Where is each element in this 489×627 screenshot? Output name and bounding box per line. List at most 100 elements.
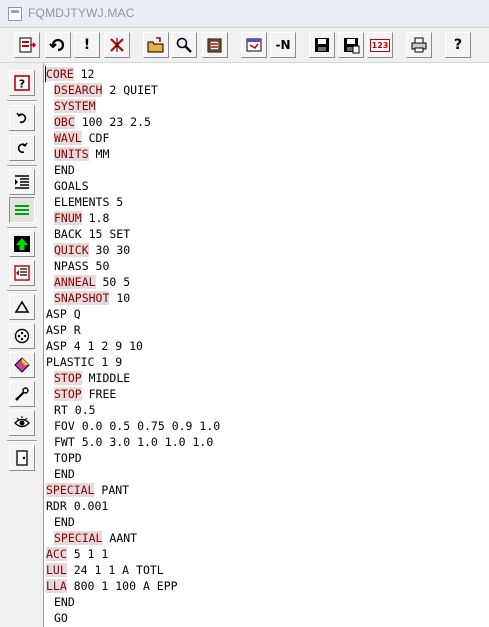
app-icon bbox=[8, 7, 22, 21]
exit-button[interactable] bbox=[14, 32, 40, 58]
keyword: SYSTEM bbox=[54, 99, 96, 113]
code-line[interactable]: SYSTEM bbox=[44, 98, 220, 114]
macro-editor[interactable]: CORE 12 DSEARCH 2 QUIET SYSTEM OBC 100 23 2… bbox=[43, 63, 489, 627]
move-up-button[interactable] bbox=[9, 231, 35, 257]
line-numbers-icon: 123 bbox=[369, 38, 391, 52]
code-line[interactable]: LLA 800 1 100 A EPP bbox=[44, 578, 220, 594]
wrench-icon bbox=[15, 387, 29, 401]
svg-text:?: ? bbox=[19, 78, 25, 91]
code-text: FOV 0.0 0.5 0.75 0.9 1.0 bbox=[54, 419, 221, 433]
code-line[interactable]: END bbox=[44, 466, 220, 482]
keyword: LLA bbox=[46, 579, 67, 593]
code-line[interactable]: STOP MIDDLE bbox=[44, 370, 220, 386]
code-line[interactable]: ACC 5 1 1 bbox=[44, 546, 220, 562]
indent-button[interactable] bbox=[9, 169, 35, 195]
align-button[interactable] bbox=[9, 197, 35, 223]
code-line[interactable]: SPECIAL PANT bbox=[44, 482, 220, 498]
code-text: PANT bbox=[94, 483, 130, 497]
code-line[interactable]: FOV 0.0 0.5 0.75 0.9 1.0 bbox=[44, 418, 220, 434]
keyword: STOP bbox=[54, 371, 82, 385]
code-line[interactable]: SNAPSHOT 10 bbox=[44, 290, 220, 306]
side-toolbar: ? bbox=[0, 63, 40, 627]
code-line[interactable]: STOP FREE bbox=[44, 386, 220, 402]
code-line[interactable]: ASP Q bbox=[44, 306, 220, 322]
keyword: SPECIAL bbox=[54, 531, 103, 545]
print-icon bbox=[411, 37, 427, 53]
cancel-button[interactable] bbox=[104, 32, 130, 58]
context-help-button[interactable]: ? bbox=[9, 70, 35, 96]
code-text: GOALS bbox=[54, 179, 89, 193]
edit-window-icon bbox=[246, 38, 262, 52]
undo-button[interactable] bbox=[9, 105, 35, 131]
code-line[interactable]: FNUM 1.8 bbox=[44, 210, 220, 226]
code-line[interactable]: END bbox=[44, 514, 220, 530]
code-text: GO bbox=[54, 611, 68, 625]
code-line[interactable]: QUICK 30 30 bbox=[44, 242, 220, 258]
refresh-button[interactable] bbox=[45, 32, 71, 58]
save-as-button[interactable] bbox=[338, 32, 364, 58]
code-line[interactable]: WAVL CDF bbox=[44, 130, 220, 146]
open-file-button[interactable] bbox=[143, 32, 169, 58]
code-text: TOPD bbox=[54, 451, 82, 465]
code-line[interactable]: UNITS MM bbox=[44, 146, 220, 162]
print-button[interactable] bbox=[406, 32, 432, 58]
run-button[interactable]: ! bbox=[74, 32, 100, 58]
line-numbers-button[interactable]: 123 bbox=[367, 32, 393, 58]
separator bbox=[7, 100, 37, 102]
target-button[interactable] bbox=[9, 323, 35, 349]
code-line[interactable]: TOPD bbox=[44, 450, 220, 466]
code-line[interactable]: NPASS 50 bbox=[44, 258, 220, 274]
code-line[interactable]: ASP 4 1 2 9 10 bbox=[44, 338, 220, 354]
code-text: ASP 4 1 2 9 10 bbox=[46, 339, 143, 353]
code-line[interactable]: END bbox=[44, 162, 220, 178]
code-text: FREE bbox=[81, 387, 117, 401]
code-line[interactable]: GOALS bbox=[44, 178, 220, 194]
undo-icon bbox=[16, 112, 27, 124]
save-icon bbox=[315, 38, 329, 52]
crosshair-circle-icon bbox=[14, 328, 30, 344]
code-line[interactable]: RDR 0.001 bbox=[44, 498, 220, 514]
redo-button[interactable] bbox=[9, 135, 35, 161]
keyword: UNITS bbox=[54, 147, 89, 161]
clipboard-button[interactable] bbox=[202, 32, 228, 58]
code-line[interactable]: SPECIAL AANT bbox=[44, 530, 220, 546]
exclamation-icon: ! bbox=[83, 37, 91, 53]
code-text: ASP Q bbox=[46, 307, 81, 321]
code-line[interactable]: FWT 5.0 3.0 1.0 1.0 1.0 bbox=[44, 434, 220, 450]
help-button[interactable]: ? bbox=[445, 32, 471, 58]
tool-button[interactable] bbox=[9, 381, 35, 407]
code-line[interactable]: BACK 15 SET bbox=[44, 226, 220, 242]
code-text: MM bbox=[88, 147, 110, 161]
insert-list-button[interactable] bbox=[9, 260, 35, 286]
edit-window-button[interactable] bbox=[241, 32, 267, 58]
keyword: OBC bbox=[54, 115, 75, 129]
code-line[interactable]: GO bbox=[44, 610, 220, 626]
code-text: END bbox=[54, 163, 75, 177]
clipboard-icon bbox=[207, 38, 222, 53]
code-line[interactable]: RT 0.5 bbox=[44, 402, 220, 418]
align-lines-icon bbox=[15, 205, 29, 215]
refresh-icon bbox=[49, 38, 65, 52]
code-line[interactable]: OBC 100 23 2.5 bbox=[44, 114, 220, 130]
lens-button[interactable] bbox=[9, 352, 35, 378]
triangle-button[interactable] bbox=[9, 294, 35, 320]
code-line[interactable]: DSEARCH 2 QUIET bbox=[44, 82, 220, 98]
code-text: CDF bbox=[81, 131, 110, 145]
code-line[interactable]: ANNEAL 50 5 bbox=[44, 274, 220, 290]
code-line[interactable]: END bbox=[44, 594, 220, 610]
green-up-arrow-icon bbox=[14, 236, 30, 252]
code-line[interactable]: LUL 24 1 1 A TOTL bbox=[44, 562, 220, 578]
search-button[interactable] bbox=[171, 32, 197, 58]
code-line[interactable]: ASP R bbox=[44, 322, 220, 338]
code-text: END bbox=[54, 595, 75, 609]
code-text: RDR 0.001 bbox=[46, 499, 109, 513]
view-button[interactable] bbox=[9, 410, 35, 436]
minus-n-button[interactable]: -N bbox=[270, 32, 296, 58]
code-line[interactable]: ELEMENTS 5 bbox=[44, 194, 220, 210]
save-button[interactable] bbox=[309, 32, 335, 58]
code-line[interactable]: CORE 12 bbox=[44, 66, 220, 82]
code-line[interactable]: PLASTIC 1 9 bbox=[44, 354, 220, 370]
code-text: PLASTIC 1 9 bbox=[46, 355, 123, 369]
code-text: 1.8 bbox=[81, 211, 110, 225]
exit-pane-button[interactable] bbox=[9, 445, 35, 471]
